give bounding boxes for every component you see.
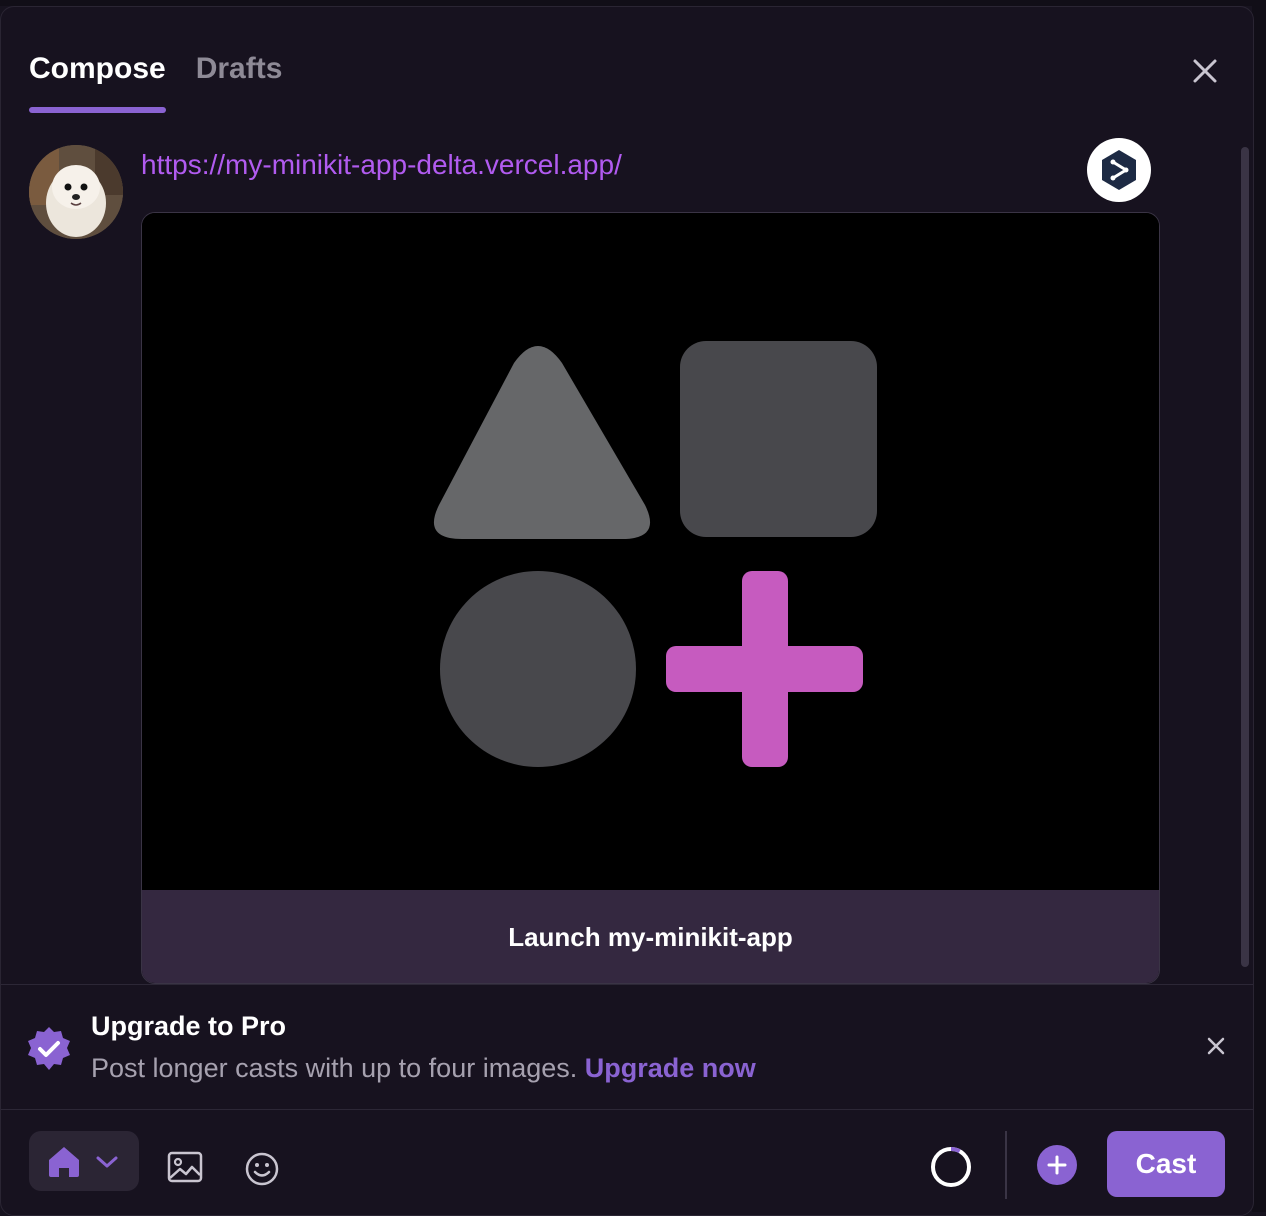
shapes-plus-icon	[433, 341, 877, 767]
frame-embed[interactable]: Launch my-minikit-app	[141, 212, 1160, 984]
emoji-icon[interactable]	[244, 1151, 280, 1187]
user-avatar[interactable]	[29, 145, 123, 239]
add-thread-button[interactable]	[1037, 1145, 1077, 1185]
plus-icon	[1047, 1155, 1067, 1175]
tab-compose[interactable]: Compose	[29, 51, 166, 113]
cast-button[interactable]: Cast	[1107, 1131, 1225, 1197]
character-count-progress	[929, 1145, 973, 1189]
compose-modal: Compose Drafts https://my-minikit-app-de…	[0, 6, 1254, 1216]
compose-toolbar: Cast	[1, 1111, 1253, 1215]
chevron-down-icon	[96, 1156, 118, 1168]
verified-badge-icon	[25, 1025, 73, 1073]
minikit-app-icon[interactable]	[1087, 138, 1151, 202]
embed-url[interactable]: https://my-minikit-app-delta.vercel.app/	[141, 149, 622, 181]
upgrade-close-icon[interactable]	[1205, 1035, 1227, 1057]
background-strip	[1252, 0, 1266, 1212]
compose-tabs: Compose Drafts	[29, 51, 283, 113]
toolbar-divider	[1005, 1131, 1007, 1199]
home-icon	[49, 1147, 79, 1177]
image-icon[interactable]	[167, 1151, 203, 1183]
upgrade-description: Post longer casts with up to four images…	[91, 1053, 756, 1084]
upgrade-title: Upgrade to Pro	[91, 1011, 287, 1041]
upgrade-description-text: Post longer casts with up to four images…	[91, 1053, 578, 1083]
upgrade-now-link[interactable]: Upgrade now	[585, 1053, 756, 1083]
scrollbar[interactable]	[1241, 147, 1249, 967]
channel-selector-button[interactable]	[29, 1131, 139, 1191]
upgrade-banner: Upgrade to Pro Post longer casts with up…	[1, 984, 1253, 1110]
launch-button[interactable]: Launch my-minikit-app	[142, 890, 1159, 983]
close-icon[interactable]	[1191, 57, 1219, 85]
embed-image	[142, 213, 1159, 890]
dog-avatar-icon	[29, 145, 123, 239]
tab-drafts[interactable]: Drafts	[196, 51, 283, 91]
